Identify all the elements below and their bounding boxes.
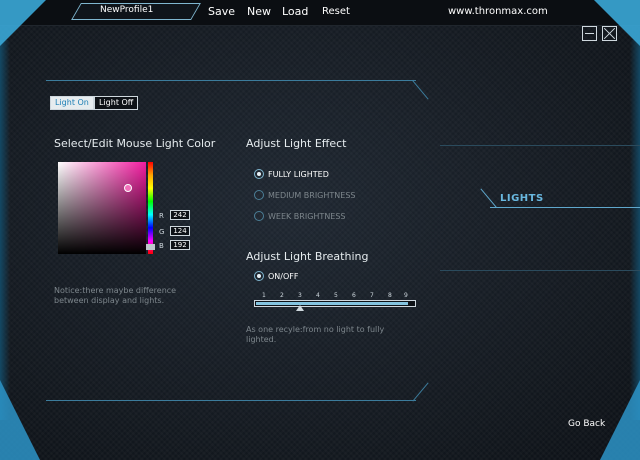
- notice-line-1: Notice:there maybe difference: [54, 286, 177, 295]
- divider-bottom-angle: [412, 382, 429, 402]
- slider-tick-9: 9: [404, 292, 408, 299]
- option-week-brightness: WEEK BRIGHTNESS: [268, 212, 346, 221]
- red-value-field[interactable]: 242: [170, 210, 190, 220]
- reset-button[interactable]: Reset: [322, 6, 350, 17]
- hue-slider-handle[interactable]: [146, 244, 155, 250]
- breathing-section-title: Adjust Light Breathing: [246, 250, 369, 263]
- lights-nav-item[interactable]: LIGHTS: [500, 193, 544, 204]
- corner-decoration-top-left: [0, 0, 46, 46]
- corner-decoration-top-right: [594, 0, 640, 46]
- radio-week-brightness[interactable]: [254, 211, 264, 221]
- color-picker-handle[interactable]: [124, 184, 132, 192]
- tab-light-off[interactable]: Light Off: [94, 96, 139, 110]
- slider-tick-4: 4: [316, 292, 320, 299]
- divider-bottom: [46, 400, 416, 401]
- slider-tick-7: 7: [370, 292, 374, 299]
- color-section-title: Select/Edit Mouse Light Color: [54, 137, 216, 150]
- corner-decoration-bottom-left: [0, 380, 40, 460]
- app-window: NewProfile1 Save New Load Reset www.thro…: [0, 0, 640, 460]
- close-icon[interactable]: [602, 26, 617, 41]
- website-link[interactable]: www.thronmax.com: [448, 6, 548, 17]
- tab-light-on[interactable]: Light On: [50, 96, 94, 110]
- hue-slider[interactable]: [148, 162, 153, 254]
- profile-name: NewProfile1: [100, 5, 154, 15]
- breathing-toggle-label: ON/OFF: [268, 272, 299, 281]
- lights-underline: [490, 207, 640, 208]
- side-divider: [440, 270, 640, 271]
- slider-tick-2: 2: [280, 292, 284, 299]
- breathing-note-line-2: lighted.: [246, 335, 277, 344]
- divider-top: [46, 80, 416, 81]
- left-edge-glow: [0, 40, 10, 420]
- slider-tick-5: 5: [334, 292, 338, 299]
- load-button[interactable]: Load: [282, 5, 308, 18]
- notice-line-2: between display and lights.: [54, 296, 165, 305]
- option-medium-brightness: MEDIUM BRIGHTNESS: [268, 191, 356, 200]
- slider-tick-8: 8: [388, 292, 392, 299]
- slider-fill: [256, 302, 408, 305]
- option-fully-lighted: FULLY LIGHTED: [268, 170, 329, 179]
- radio-medium-brightness[interactable]: [254, 190, 264, 200]
- slider-thumb[interactable]: [296, 305, 304, 311]
- breathing-note-line-1: As one recyle:from no light to fully: [246, 325, 385, 334]
- divider-top-angle: [412, 80, 429, 100]
- red-label: R: [159, 212, 164, 220]
- blue-value-field[interactable]: 192: [170, 240, 190, 250]
- corner-decoration-bottom-right: [600, 380, 640, 460]
- save-button[interactable]: Save: [208, 5, 235, 18]
- go-back-button[interactable]: Go Back: [568, 419, 605, 429]
- side-divider-top: [440, 145, 640, 146]
- top-bar: NewProfile1 Save New Load Reset www.thro…: [0, 0, 640, 46]
- slider-tick-6: 6: [352, 292, 356, 299]
- slider-tick-1: 1: [262, 292, 266, 299]
- blue-label: B: [159, 242, 164, 250]
- lights-angle: [480, 188, 497, 208]
- new-button[interactable]: New: [247, 5, 271, 18]
- green-label: G: [159, 228, 165, 236]
- color-picker-area[interactable]: [58, 162, 146, 254]
- slider-tick-3: 3: [298, 292, 302, 299]
- right-edge-glow: [630, 40, 640, 420]
- radio-fully-lighted[interactable]: [254, 169, 264, 179]
- effect-section-title: Adjust Light Effect: [246, 137, 347, 150]
- breathing-toggle-radio[interactable]: [254, 271, 264, 281]
- green-value-field[interactable]: 124: [170, 226, 190, 236]
- breathing-speed-slider[interactable]: [254, 300, 416, 307]
- minimize-icon[interactable]: [582, 26, 597, 41]
